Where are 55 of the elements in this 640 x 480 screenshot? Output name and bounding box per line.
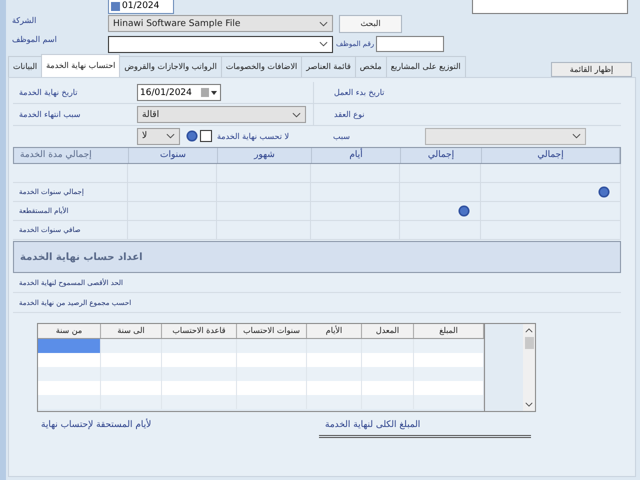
end-date-label: تاريخ نهاية الخدمة	[18, 88, 78, 97]
column-header: الأيام	[307, 324, 362, 338]
column-header: سنوات	[129, 148, 218, 163]
employee-number-field[interactable]	[376, 36, 444, 52]
tab[interactable]: البيانات	[8, 56, 42, 77]
exclude-select[interactable]: لا	[137, 128, 180, 144]
chevron-icon	[572, 133, 581, 139]
contract-type-label: نوع العقد	[333, 110, 366, 119]
days-label: لأيام المستحقة لإحتساب نهاية	[41, 420, 152, 432]
start-date-label: تاريخ بدء العمل	[333, 88, 386, 97]
chevron-icon	[166, 133, 175, 139]
cause-label: سبب	[332, 132, 351, 140]
help-icon[interactable]	[598, 186, 610, 198]
scroll-thumb[interactable]	[524, 337, 534, 349]
reason-select[interactable]: اقالة	[137, 106, 306, 123]
exclude-label: لا تحسب نهاية الخدمة	[217, 132, 290, 140]
caret-icon	[211, 90, 217, 94]
search-button[interactable]: البحث	[339, 14, 402, 32]
chevron-icon	[319, 41, 328, 47]
help-icon[interactable]	[458, 205, 470, 217]
show-list-button[interactable]: إظهار القائمة	[551, 62, 632, 77]
column-header: إجمالي	[482, 148, 620, 163]
tab[interactable]: احتساب نهاية الخدمة	[41, 54, 120, 77]
column-header: أيام	[312, 148, 401, 163]
reason-label: سبب انتهاء الخدمة	[18, 110, 82, 119]
column-header: الى سنة	[101, 324, 162, 338]
column-header: من سنة	[38, 324, 101, 338]
date-field[interactable]: 01/2024	[108, 0, 174, 14]
column-header: المعدل	[362, 324, 414, 338]
chevron-icon	[319, 20, 328, 26]
chevron-icon	[292, 112, 301, 118]
company-select[interactable]: Hinawi Software Sample File	[108, 15, 333, 32]
help-icon[interactable]	[186, 130, 198, 142]
end-date-field[interactable]: 16/01/2024	[137, 84, 221, 101]
grid-cell[interactable]	[38, 339, 101, 353]
column-header: سنوات الاحتساب	[237, 324, 307, 338]
employee-name-label: اسم الموظف	[11, 35, 58, 44]
column-header: إجمالي	[401, 148, 482, 163]
scrollbar[interactable]	[523, 324, 535, 411]
calendar-icon	[201, 88, 209, 97]
calendar-icon	[111, 2, 120, 10]
employee-name-select[interactable]	[108, 36, 333, 52]
column-header: إجمالي مدة الخدمة	[14, 148, 129, 163]
scroll-down-icon[interactable]	[525, 402, 533, 407]
date-value: 01/2024	[122, 1, 160, 11]
total-amount-label: المبلغ الكلى لنهاية الخدمة	[319, 420, 531, 438]
text-field[interactable]	[472, 0, 628, 14]
checkbox[interactable]	[200, 130, 212, 142]
data-grid[interactable]: المبلغ المعدل الأيام سنوات الاحتساب قاعدة الاحتساب الى سنة من سنة	[37, 323, 536, 412]
scroll-up-icon[interactable]	[525, 328, 533, 333]
section-title: اعداد حساب نهاية الخدمة	[20, 252, 143, 262]
column-header: شهور	[218, 148, 312, 163]
tab[interactable]: التوزيع على المشاريع	[386, 56, 466, 77]
company-label: الشركة	[11, 16, 38, 25]
column-header: قاعدة الاحتساب	[162, 324, 237, 338]
